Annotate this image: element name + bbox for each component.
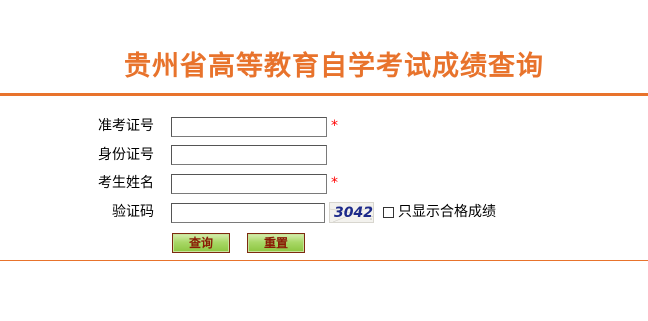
pass-only-label: 只显示合格成绩 <box>398 204 496 220</box>
name-required-mark: * <box>331 175 338 191</box>
ticket-required-mark: * <box>331 118 338 134</box>
candidate-name-label: 考生姓名 <box>98 175 154 191</box>
captcha-code: 3042 <box>334 205 373 221</box>
id-number-label: 身份证号 <box>98 147 154 163</box>
id-number-input[interactable] <box>171 145 327 165</box>
captcha-label: 验证码 <box>112 204 154 220</box>
query-button[interactable]: 查询 <box>172 233 230 253</box>
captcha-image[interactable]: 3042 <box>329 202 374 223</box>
title-divider <box>0 93 648 96</box>
captcha-input[interactable] <box>171 203 325 223</box>
pass-only-toggle[interactable]: 只显示合格成绩 <box>383 202 496 222</box>
score-query-page: 贵州省高等教育自学考试成绩查询 准考证号 * 身份证号 考生姓名 * 验证码 3… <box>0 0 648 321</box>
ticket-number-label: 准考证号 <box>98 118 154 134</box>
pass-only-checkbox[interactable] <box>383 206 394 218</box>
ticket-number-input[interactable] <box>171 117 327 137</box>
candidate-name-input[interactable] <box>171 174 327 194</box>
bottom-divider <box>0 260 648 261</box>
page-title: 贵州省高等教育自学考试成绩查询 <box>124 51 544 82</box>
reset-button[interactable]: 重置 <box>247 233 305 253</box>
